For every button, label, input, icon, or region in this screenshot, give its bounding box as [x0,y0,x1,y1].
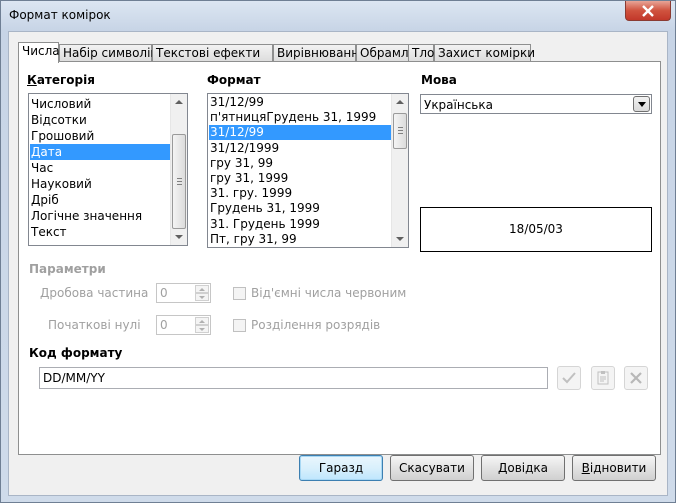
reset-button[interactable]: Відновити [572,455,656,481]
category-item[interactable]: Числовий [30,96,170,112]
tab-label: Захист комірки [438,46,535,60]
leading-zeros-spinner[interactable]: 0 [156,315,211,335]
scroll-down-icon[interactable] [175,235,183,239]
tab-background[interactable]: Тло [408,44,434,62]
delete-format-button[interactable] [624,366,648,390]
negative-red-checkbox[interactable] [233,287,246,300]
leading-zeros-label: Початкові нулі [48,318,141,332]
preview-text: 18/05/03 [509,222,563,236]
format-item[interactable]: 31/12/1999 [209,141,391,156]
format-item[interactable]: гру 31, 99 [209,156,391,171]
format-item[interactable]: 31/12/99 [209,125,391,141]
dialog-window: Формат комірок Числа Набір символів Текс… [0,0,676,503]
format-label: Формат [207,73,261,87]
decimal-places-value: 0 [160,286,168,300]
close-icon [642,5,654,17]
thousands-separator-checkbox[interactable] [233,319,246,332]
category-item[interactable]: Час [30,160,170,176]
language-combo[interactable]: Українська [420,94,652,114]
tab-cell-protection[interactable]: Захист комірки [434,44,535,62]
scroll-up-icon[interactable] [396,100,404,104]
thousands-separator-label: Розділення розрядів [251,318,381,332]
scroll-thumb[interactable] [172,134,186,229]
category-item[interactable]: Текст [30,224,170,240]
category-list[interactable]: Текст Логічне значення Дріб Науковий Час Дата… [28,93,188,246]
tab-label: Числа [22,44,60,58]
category-item[interactable]: Науковий [30,176,170,192]
format-item[interactable]: 31. Грудень 1999 [209,217,391,232]
tab-label: Тло [412,46,435,60]
spin-down-button[interactable] [195,293,209,301]
close-button[interactable] [625,1,671,21]
category-label-mnemonic: К [27,73,37,87]
dialog-client: Числа Набір символів Текстові ефекти Вир… [8,31,668,496]
format-item[interactable]: гру 31, 1999 [209,171,391,186]
scroll-thumb[interactable] [393,113,407,149]
chevron-down-icon [199,296,205,299]
tab-font[interactable]: Набір символів [59,44,157,62]
format-code-value: DD/MM/YY [43,371,105,385]
ok-button[interactable]: Гаразд [299,455,383,481]
tab-label: Текстові ефекти [156,46,261,60]
tab-numbers[interactable]: Числа [18,42,60,63]
language-label: Мова [421,73,457,87]
chevron-down-icon [638,102,646,107]
reset-mnemonic: В [581,461,590,475]
format-item[interactable]: п'ятницяГрудень 31, 1999 [209,110,391,125]
title-bar[interactable]: Формат комірок [1,1,675,29]
options-label: Параметри [29,262,106,276]
format-preview: 18/05/03 [420,207,652,252]
spin-up-button[interactable] [195,317,209,325]
spin-down-button[interactable] [195,325,209,333]
chevron-down-icon [199,328,205,331]
spin-up-button[interactable] [195,285,209,293]
format-item[interactable]: 31. гру. 1999 [209,186,391,201]
format-item[interactable]: 31/12/99 [209,95,391,110]
checkmark-icon [562,372,576,384]
format-list[interactable]: Пт 31/гру 99Пт, гру 31, 9931. Грудень 19… [207,93,409,248]
reset-label-text: ідновити [589,461,647,475]
category-item[interactable]: Грошовий [30,128,170,144]
format-item[interactable]: Пт 31/гру 99 [209,247,391,248]
window-title: Формат комірок [9,8,111,22]
decimal-places-label: Дробова частина [40,286,149,300]
help-button[interactable]: Довідка [481,455,565,481]
scroll-up-icon[interactable] [175,100,183,104]
tab-label: Набір символів [63,46,158,60]
category-item[interactable]: Дріб [30,192,170,208]
combo-dropdown-button[interactable] [633,96,650,112]
tab-font-effects[interactable]: Текстові ефекти [152,44,273,62]
category-label: Категорія [27,73,95,87]
numbers-panel: Категорія Текст Логічне значення Дріб Науко… [18,61,661,455]
tab-label: Вирівнювання [277,46,367,60]
cancel-button[interactable]: Скасувати [390,455,474,481]
leading-zeros-value: 0 [160,318,168,332]
clipboard-icon [597,371,609,385]
category-scrollbar[interactable] [170,94,187,245]
category-label-text: атегорія [36,73,95,87]
format-item[interactable]: Пт, гру 31, 99 [209,232,391,247]
chevron-up-icon [199,288,205,291]
accept-format-button[interactable] [557,366,581,390]
edit-comment-button[interactable] [591,366,615,390]
scroll-down-icon[interactable] [396,237,404,241]
format-scrollbar[interactable] [391,94,408,247]
decimal-places-spinner[interactable]: 0 [156,283,211,303]
delete-icon [630,372,642,384]
negative-red-label: Від'ємні числа червоним [251,286,407,300]
category-item[interactable]: Дата [30,144,170,160]
format-code-label: Код формату [29,346,123,360]
language-value: Українська [424,98,493,112]
format-code-input[interactable]: DD/MM/YY [39,367,548,389]
category-item[interactable]: Відсотки [30,112,170,128]
chevron-up-icon [199,320,205,323]
category-item[interactable]: Логічне значення [30,208,170,224]
format-item[interactable]: Грудень 31, 1999 [209,201,391,216]
tab-alignment[interactable]: Вирівнювання [273,44,366,62]
